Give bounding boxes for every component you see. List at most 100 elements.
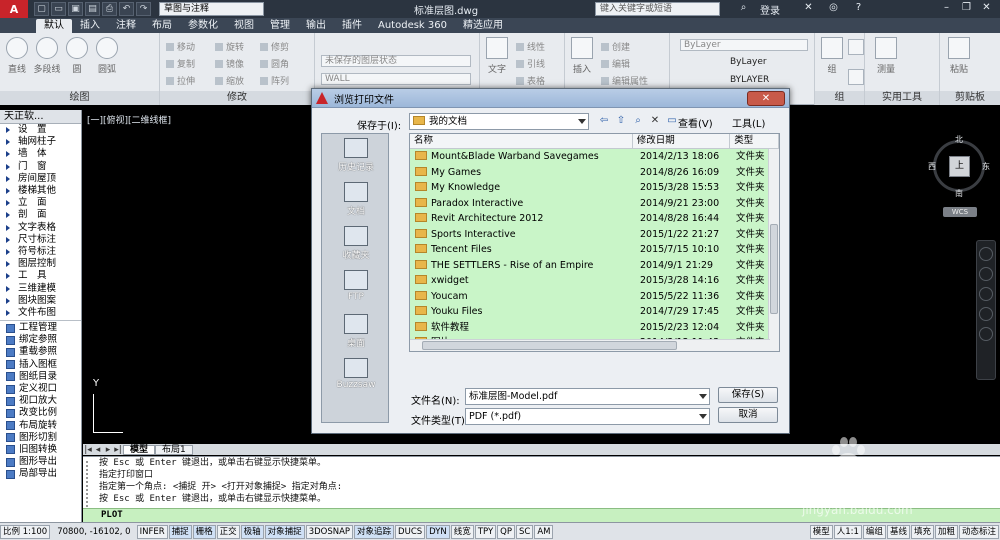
palette-item[interactable]: 剖 面 [0,209,81,221]
linetype-label[interactable]: ByLayer [730,57,767,67]
save-in-combo[interactable]: 我的文档 [409,113,589,130]
next-tab-icon[interactable]: ▸ [103,445,113,455]
place-history[interactable]: 历史记录 [322,138,390,173]
file-row[interactable]: THE SETTLERS - Rise of an Empire 2014/9/1… [410,258,770,274]
palette-command[interactable]: 插入图框 [0,359,81,371]
ungroup-icon[interactable] [848,39,864,55]
redo-icon[interactable]: ↷ [136,2,151,16]
edit-attribute-tool[interactable]: 编辑属性 [601,74,648,87]
new-file-icon[interactable]: ▢ [34,2,49,16]
steering-wheel-icon[interactable] [979,247,993,261]
palette-item[interactable]: 立 面 [0,197,81,209]
palette-title[interactable]: 天正软... [0,110,81,124]
last-tab-icon[interactable]: ▸| [113,445,123,455]
save-button[interactable]: 保存(S) [718,387,778,403]
tab-autodesk-360[interactable]: Autodesk 360 [370,19,455,33]
palette-command[interactable]: 图形切割 [0,432,81,444]
command-grip[interactable] [86,461,94,511]
status-toggle[interactable]: 极轴 [240,524,264,539]
palette-command[interactable]: 定义视口 [0,383,81,395]
save-icon[interactable]: ▣ [68,2,83,16]
mirror-tool[interactable]: 镜像 [215,57,244,70]
status-toggle[interactable]: QP [497,524,515,539]
file-row[interactable]: 软件教程 2015/2/23 12:04 文件夹 [410,320,770,336]
tab-parametric[interactable]: 参数化 [180,19,226,33]
tab-annotate[interactable]: 注释 [108,19,144,33]
group-tool[interactable]: 组 [817,37,847,75]
palette-item[interactable]: 工 具 [0,270,81,282]
modify-panel-title[interactable]: 修改 [160,91,314,105]
place-documents[interactable]: 文档 [322,182,390,217]
create-block-tool[interactable]: 创建 [601,40,630,53]
print-icon[interactable]: ⎙ [102,2,117,16]
fillet-tool[interactable]: 圆角 [260,57,289,70]
palette-item[interactable]: 门 窗 [0,161,81,173]
palette-item[interactable]: 楼梯其他 [0,185,81,197]
palette-command[interactable]: 工程管理 [0,322,81,334]
palette-item[interactable]: 尺寸标注 [0,234,81,246]
tab-home[interactable]: 默认 [36,19,72,33]
palette-command[interactable]: 旧图转换 [0,444,81,456]
status-tool[interactable]: 编组 [862,524,886,539]
array-tool[interactable]: 阵列 [260,74,289,87]
file-row[interactable]: Paradox Interactive 2014/9/21 23:00 文件夹 [410,196,770,212]
status-toggle[interactable]: DYN [426,524,450,539]
move-tool[interactable]: 移动 [166,40,195,53]
place-favorites[interactable]: 收藏夹 [322,226,390,261]
viewcube[interactable]: 北 南 东 西 上 WCS [920,130,1000,220]
scale-tool[interactable]: 缩放 [215,74,244,87]
status-toggle[interactable]: 3DOSNAP [305,524,354,539]
help-icon[interactable]: ? [850,2,867,16]
autocad-logo-icon[interactable]: A [0,0,28,18]
stretch-tool[interactable]: 拉伸 [166,74,195,87]
status-toggle[interactable]: 正交 [216,524,240,539]
group-panel-title[interactable]: 组 [815,91,864,105]
status-toggle[interactable]: 捕捉 [168,524,192,539]
circle-tool[interactable]: 圆 [62,37,92,75]
tab-layout1[interactable]: 布局1 [155,444,193,455]
draw-panel-title[interactable]: 绘图 [0,91,159,105]
status-tool[interactable]: 基线 [886,524,910,539]
dialog-title-bar[interactable]: 浏览打印文件 [312,89,789,108]
tools-menu[interactable]: 工具(L) [732,115,765,130]
file-row[interactable]: Youku Files 2014/7/29 17:45 文件夹 [410,304,770,320]
save-as-icon[interactable]: ▤ [85,2,100,16]
layer-combo[interactable]: WALL [321,73,471,85]
palette-command[interactable]: 视口放大 [0,395,81,407]
minimize-button[interactable]: – [938,2,955,16]
tab-manage[interactable]: 管理 [262,19,298,33]
layer-state-combo[interactable]: 未保存的图层状态 [321,55,471,67]
viewcube-top-face[interactable]: 上 [949,156,970,177]
line-tool[interactable]: 直线 [2,37,32,75]
status-tool[interactable]: 动态标注 [958,524,999,539]
palette-command[interactable]: 布局旋转 [0,420,81,432]
search-input[interactable]: 键入关键字或短语 [595,2,720,16]
back-icon[interactable]: ⇦ [596,113,612,129]
scroll-thumb[interactable] [422,341,677,350]
coordinates-readout[interactable]: 70800, -16102, 0 [51,527,136,537]
place-buzzsaw[interactable]: Buzzsaw [322,358,390,390]
cancel-button[interactable]: 取消 [718,407,778,423]
palette-command[interactable]: 图形导出 [0,456,81,468]
palette-item[interactable]: 房间屋顶 [0,173,81,185]
file-row[interactable]: My Games 2014/8/26 16:09 文件夹 [410,165,770,181]
horizontal-scrollbar[interactable] [410,339,770,351]
file-row[interactable]: Tencent Files 2015/7/15 10:10 文件夹 [410,242,770,258]
showmotion-icon[interactable] [979,327,993,341]
status-tool[interactable]: 填充 [910,524,934,539]
binoculars-icon[interactable]: ⌕ [735,2,752,16]
up-folder-icon[interactable]: ⇧ [613,113,629,129]
compass-south[interactable]: 南 [955,188,963,199]
exchange-icon[interactable]: ✕ [800,2,817,16]
measure-tool[interactable]: 测量 [871,37,901,75]
file-row[interactable]: Mount&Blade Warband Savegames 2014/2/13 1… [410,149,770,165]
status-tool[interactable]: 人1:1 [833,524,862,539]
linear-dim-tool[interactable]: 线性 [516,40,545,53]
paste-tool[interactable]: 粘贴 [944,37,974,75]
tab-plugins[interactable]: 插件 [334,19,370,33]
palette-command[interactable]: 绑定参照 [0,334,81,346]
status-toggle[interactable]: DUCS [395,524,426,539]
restore-button[interactable]: ❐ [958,2,975,16]
clipboard-panel-title[interactable]: 剪贴板 [940,91,1000,105]
close-window-button[interactable]: ✕ [978,2,995,16]
